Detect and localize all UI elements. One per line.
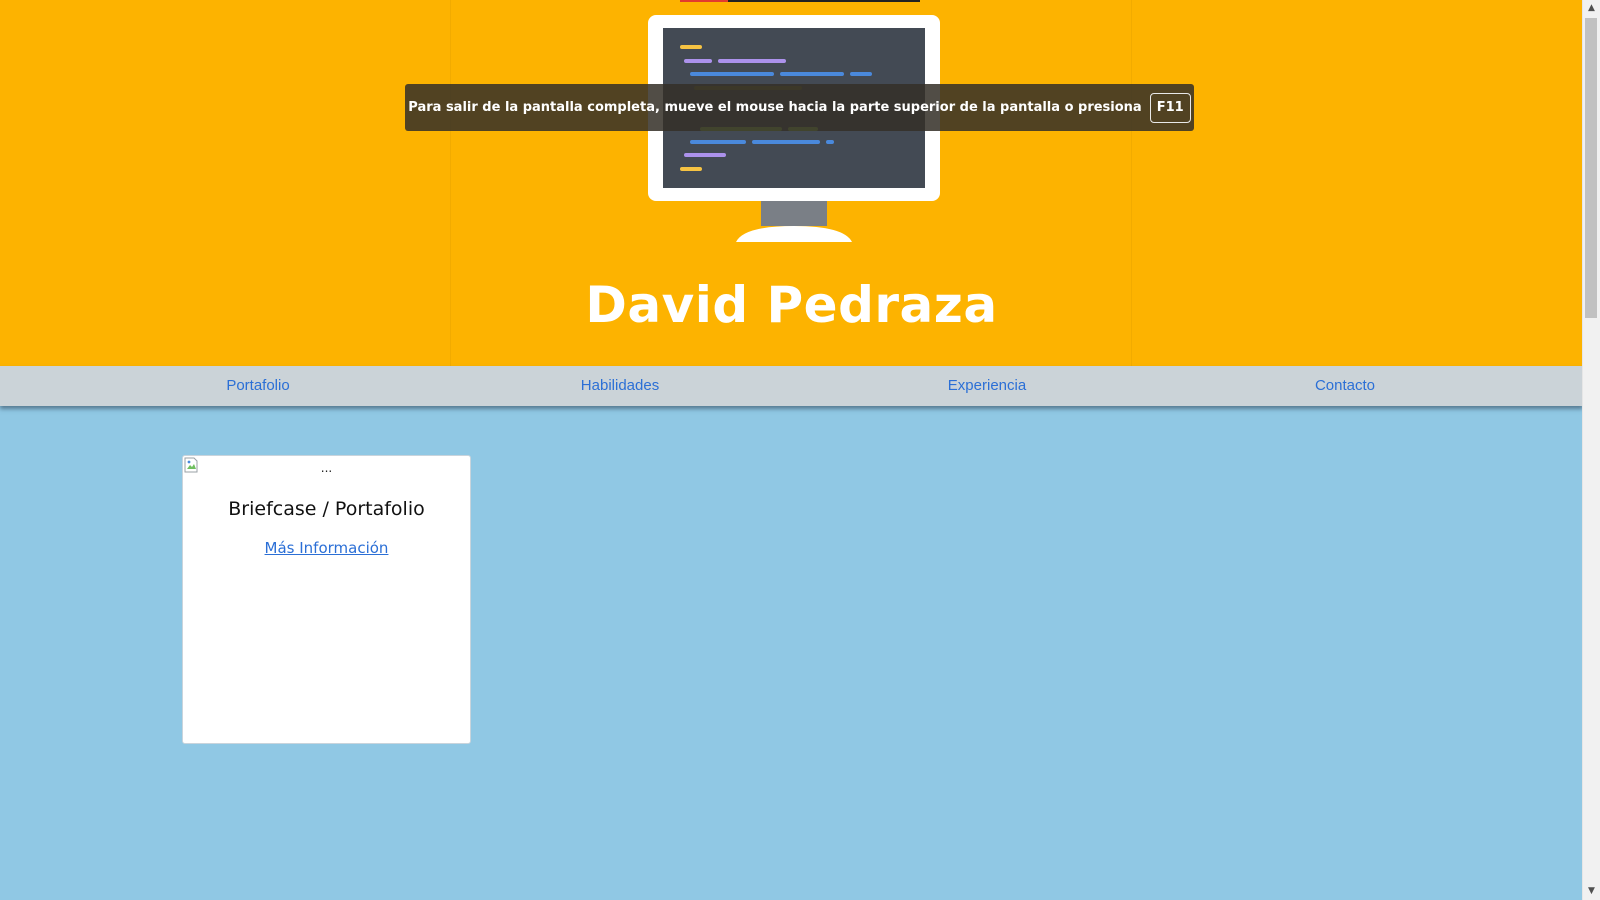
fullscreen-toast: Para salir de la pantalla completa, muev… xyxy=(405,84,1194,131)
card-more-info: Más Información xyxy=(183,539,470,557)
navbar: Portafolio Habilidades Experiencia Conta… xyxy=(0,366,1583,406)
nav-link-portafolio[interactable]: Portafolio xyxy=(226,366,289,406)
top-strip-accent xyxy=(680,0,728,2)
portfolio-card: ... Briefcase / Portafolio Más Informaci… xyxy=(182,455,471,744)
scroll-down-icon[interactable]: ▼ xyxy=(1583,883,1600,900)
hero-header: David Pedraza xyxy=(0,0,1583,366)
card-title: Briefcase / Portafolio xyxy=(228,498,425,520)
nav-link-contacto[interactable]: Contacto xyxy=(1315,366,1375,406)
card-image-alt: ... xyxy=(320,461,333,475)
nav-link-experiencia[interactable]: Experiencia xyxy=(948,366,1026,406)
f11-key-badge: F11 xyxy=(1149,92,1191,123)
vertical-scrollbar[interactable]: ▲ ▼ xyxy=(1582,0,1600,900)
card-image: ... xyxy=(183,456,470,478)
more-info-link[interactable]: Más Información xyxy=(265,539,389,557)
scroll-up-icon[interactable]: ▲ xyxy=(1583,0,1600,17)
scrollbar-thumb[interactable] xyxy=(1585,18,1597,318)
fullscreen-toast-message: Para salir de la pantalla completa, muev… xyxy=(408,100,1142,115)
hero-name: David Pedraza xyxy=(585,276,998,334)
nav-link-habilidades[interactable]: Habilidades xyxy=(581,366,659,406)
